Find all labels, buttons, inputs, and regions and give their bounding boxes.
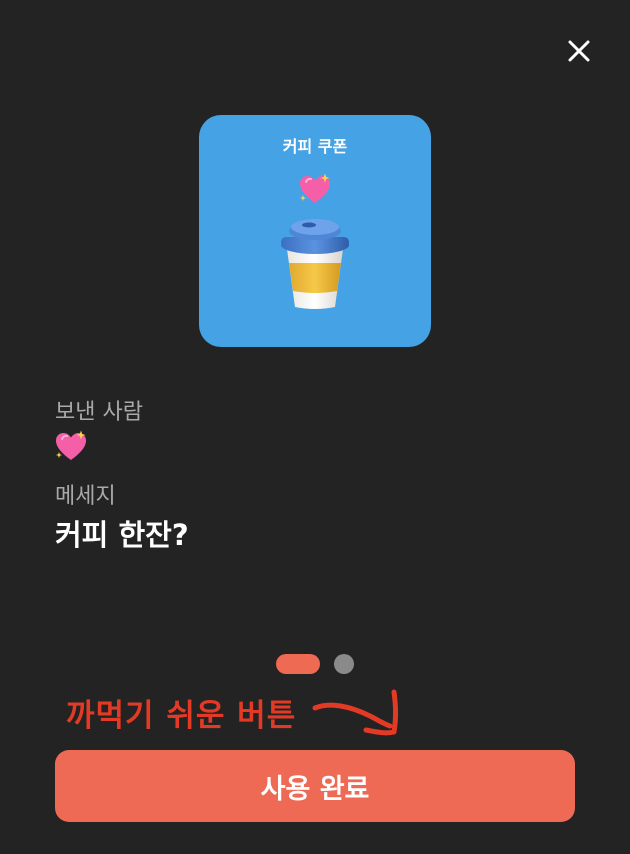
annotation-arrow-icon	[312, 689, 398, 736]
message-label: 메세지	[55, 484, 116, 509]
sparkling-heart-icon	[56, 430, 86, 460]
page-dot-active[interactable]	[276, 654, 320, 674]
coupon-card: 커피 쿠폰	[199, 115, 431, 347]
sparkling-heart-icon	[300, 173, 330, 203]
page-indicator	[276, 654, 354, 674]
coupon-title: 커피 쿠폰	[282, 137, 348, 156]
close-button[interactable]	[563, 35, 595, 67]
coffee-cup-icon	[281, 219, 349, 309]
sender-label: 보낸 사람	[55, 400, 143, 425]
annotation-note: 까먹기 쉬운 버튼	[66, 698, 297, 734]
use-complete-button[interactable]: 사용 완료	[55, 750, 575, 822]
page-dot[interactable]	[334, 654, 354, 674]
message-text: 커피 한잔?	[55, 518, 189, 552]
close-icon	[568, 40, 590, 62]
coupon-detail-screen: 커피 쿠폰 보낸 사람 메세지 커피 한잔? 까먹기 쉬운 버튼 사용 완료	[0, 0, 630, 854]
